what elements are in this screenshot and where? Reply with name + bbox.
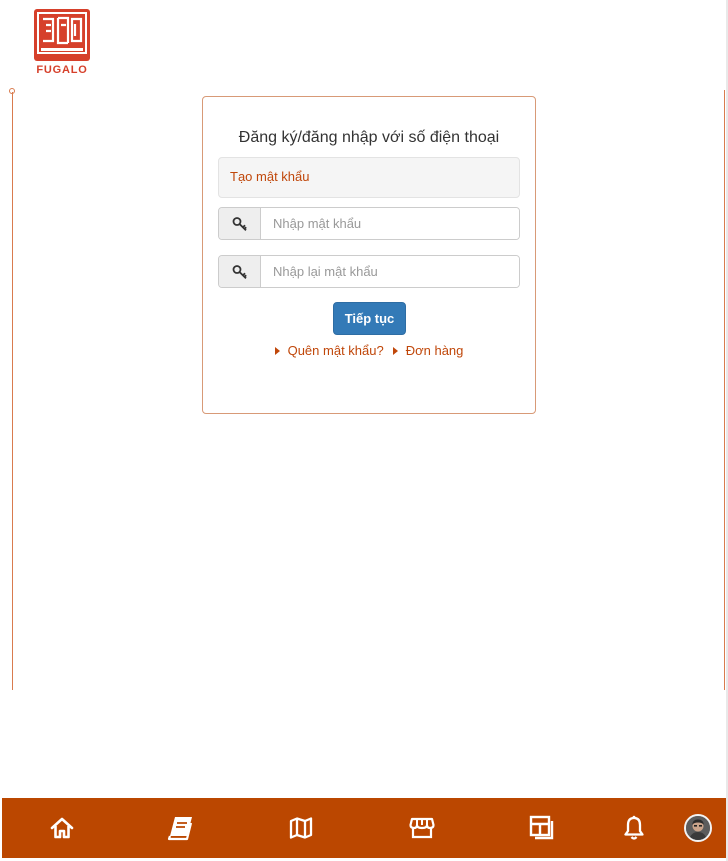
confirm-password-group <box>218 255 520 288</box>
user-photo-icon <box>686 816 710 840</box>
nav-layout[interactable] <box>522 798 562 858</box>
nav-notifications[interactable] <box>614 798 654 858</box>
password-group <box>218 207 520 240</box>
avatar <box>684 814 712 842</box>
nav-profile[interactable] <box>678 798 718 858</box>
book-icon <box>167 817 193 841</box>
forgot-password-link[interactable]: Quên mật khẩu? <box>274 343 384 358</box>
confirm-password-input[interactable] <box>261 256 519 287</box>
logo-text: FUGALO <box>36 64 88 76</box>
store-icon <box>409 817 435 839</box>
nav-home[interactable] <box>42 798 82 858</box>
caret-right-icon <box>274 346 280 355</box>
key-icon <box>219 208 261 239</box>
password-notice: Tạo mật khẩu <box>218 157 520 198</box>
layout-icon <box>529 815 554 840</box>
fugalo-logo[interactable]: FUGALO <box>31 7 93 76</box>
nav-store[interactable] <box>402 798 442 858</box>
continue-button[interactable]: Tiếp tục <box>333 302 406 335</box>
map-icon <box>289 817 313 839</box>
nav-book[interactable] <box>161 798 201 858</box>
bottom-nav <box>2 798 726 858</box>
orders-link[interactable]: Đơn hàng <box>392 343 464 358</box>
left-rail <box>12 92 13 690</box>
helper-links: Quên mật khẩu? Đơn hàng <box>203 343 535 358</box>
right-rail <box>724 90 725 690</box>
password-input[interactable] <box>261 208 519 239</box>
nav-map[interactable] <box>281 798 321 858</box>
orders-label: Đơn hàng <box>405 343 464 358</box>
bell-icon <box>624 815 644 840</box>
caret-right-icon <box>392 346 398 355</box>
forgot-password-label: Quên mật khẩu? <box>287 343 384 358</box>
form-title: Đăng ký/đăng nhập với số điện thoại <box>238 129 500 146</box>
home-icon <box>50 817 74 839</box>
logo-mark-icon <box>34 9 90 61</box>
login-card: Đăng ký/đăng nhập với số điện thoại Tạo … <box>202 96 536 414</box>
key-icon <box>219 256 261 287</box>
